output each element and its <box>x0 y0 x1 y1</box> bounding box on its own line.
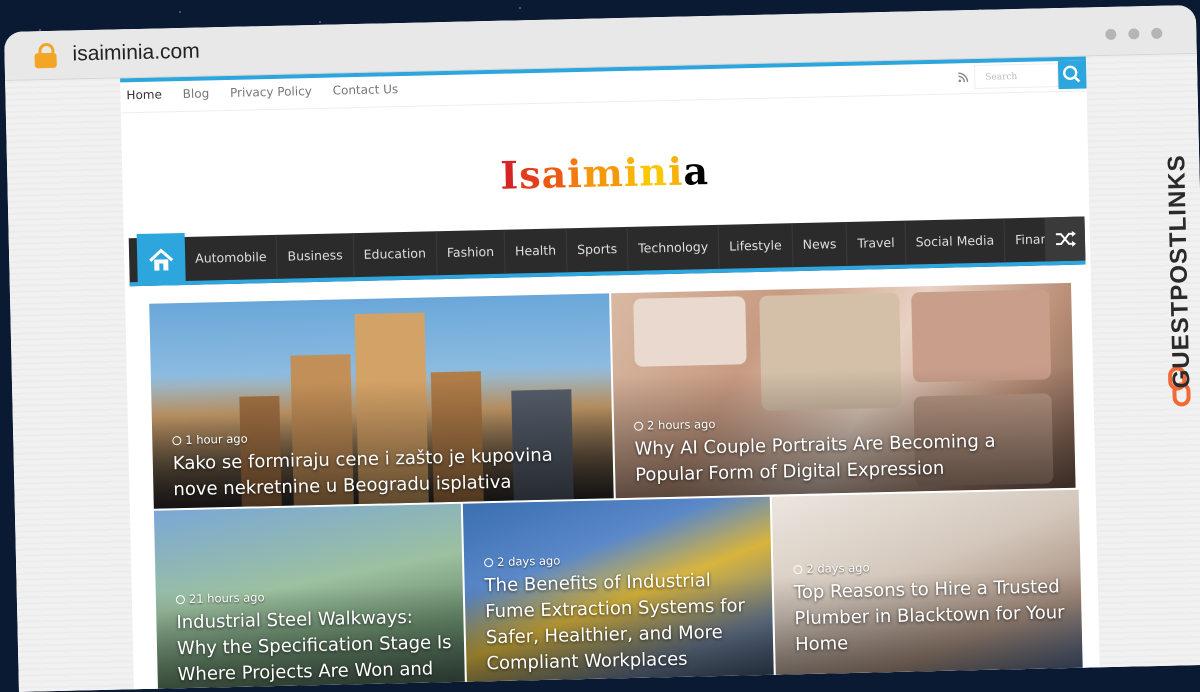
featured-article-card[interactable]: 1 hour ago Kako se formiraju cene i zašt… <box>149 293 614 509</box>
random-article-button[interactable] <box>1044 216 1086 262</box>
watermark-text: GUESTPOSTLINKS <box>1163 154 1196 389</box>
article-title[interactable]: Kako se formiraju cene i zašto je kupovi… <box>173 442 594 504</box>
featured-article-card[interactable]: 2 days ago The Benefits of Industrial Fu… <box>462 496 775 692</box>
address-bar[interactable]: isaiminia.com <box>72 40 200 67</box>
article-title[interactable]: Top Reasons to Hire a Trusted Plumber in… <box>794 574 1076 658</box>
site-logo[interactable]: Isaiminia <box>500 148 710 198</box>
topnav-privacy-policy[interactable]: Privacy Policy <box>230 84 312 100</box>
article-time: 2 days ago <box>496 553 561 569</box>
nav-health[interactable]: Health <box>504 228 568 274</box>
article-time: 21 hours ago <box>188 590 265 606</box>
window-dot-icon[interactable] <box>1105 28 1117 41</box>
nav-news[interactable]: News <box>792 221 848 268</box>
nav-business[interactable]: Business <box>277 233 355 279</box>
topnav-home[interactable]: Home <box>126 87 162 102</box>
nav-social-media[interactable]: Social Media <box>905 218 1006 265</box>
clock-icon <box>484 558 494 568</box>
nav-lifestyle[interactable]: Lifestyle <box>718 223 794 269</box>
clock-icon <box>634 421 644 431</box>
shuffle-icon <box>1055 230 1077 247</box>
home-button[interactable] <box>136 232 186 287</box>
window-dot-icon[interactable] <box>1151 27 1163 39</box>
article-time: 1 hour ago <box>185 431 248 447</box>
featured-article-card[interactable]: 21 hours ago Industrial Steel Walkways: … <box>153 503 466 692</box>
home-icon <box>149 248 174 271</box>
guestpostlinks-watermark: GUESTPOSTLINKS <box>1156 114 1199 415</box>
article-time: 2 days ago <box>806 560 870 576</box>
clock-icon <box>793 565 803 575</box>
search-input[interactable]: Search <box>973 63 1059 89</box>
nav-technology[interactable]: Technology <box>627 224 720 271</box>
nav-sports[interactable]: Sports <box>566 226 629 273</box>
clock-icon <box>172 436 182 446</box>
nav-automobile[interactable]: Automobile <box>184 234 279 281</box>
search-icon <box>1063 65 1081 83</box>
search-button[interactable] <box>1057 60 1087 90</box>
nav-education[interactable]: Education <box>353 231 438 278</box>
rss-icon[interactable] <box>958 72 969 83</box>
page-viewport: Home Blog Privacy Policy Contact Us Sear… <box>5 53 1200 692</box>
article-title[interactable]: Why AI Couple Portraits Are Becoming a P… <box>634 427 1055 489</box>
header-logo-area: Isaiminia <box>121 91 1090 238</box>
article-time: 2 hours ago <box>646 416 716 433</box>
nav-travel[interactable]: Travel <box>846 220 907 266</box>
window-dot-icon[interactable] <box>1128 28 1140 40</box>
article-title[interactable]: Industrial Steel Walkways: Why the Speci… <box>176 604 458 692</box>
site-page: Home Blog Privacy Policy Contact Us Sear… <box>120 56 1100 692</box>
featured-article-card[interactable]: 2 days ago Top Reasons to Hire a Trusted… <box>771 489 1084 692</box>
topnav-contact-us[interactable]: Contact Us <box>332 82 398 97</box>
lock-icon <box>34 42 57 69</box>
featured-grid: 1 hour ago Kako se formiraju cene i zašt… <box>149 282 1084 692</box>
nav-fashion[interactable]: Fashion <box>436 229 506 276</box>
article-title[interactable]: The Benefits of Industrial Fume Extracti… <box>484 567 766 677</box>
top-navigation: Home Blog Privacy Policy Contact Us <box>126 82 415 102</box>
featured-article-card[interactable]: 2 hours ago Why AI Couple Portraits Are … <box>611 282 1076 499</box>
browser-window: isaiminia.com Home Blog Privacy Policy C… <box>4 4 1200 692</box>
topnav-blog[interactable]: Blog <box>183 86 210 101</box>
window-controls <box>1093 24 1163 45</box>
clock-icon <box>175 595 186 605</box>
